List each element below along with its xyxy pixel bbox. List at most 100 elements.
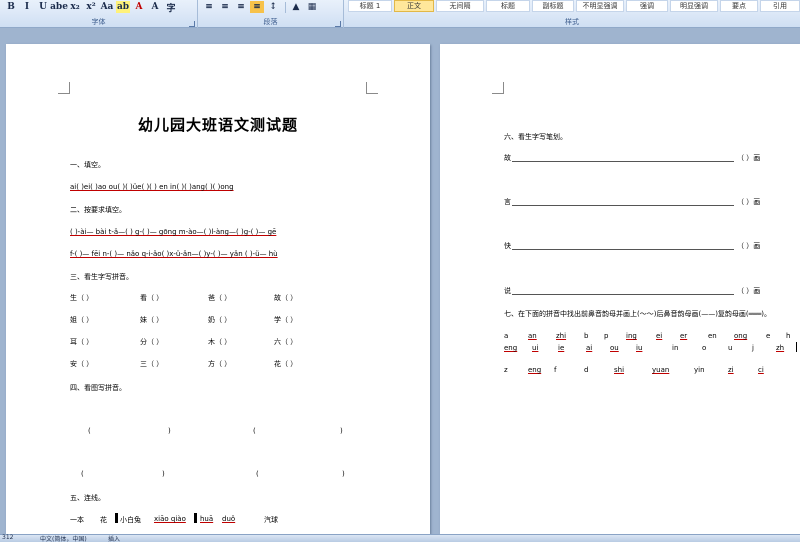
q3-cell: 妹（ ）	[140, 316, 164, 324]
status-page[interactable]: 312	[2, 534, 13, 541]
q7-pinyin: ui	[532, 344, 539, 352]
ribbon: B I Uabe x₂ x² Aa ab A A 字 字体 ≡ ≡ ≡ ≡ ↕ ▲ ▦ 段落 标题…	[0, 0, 800, 28]
style-3[interactable]: 标题	[486, 0, 530, 12]
line-spacing-icon[interactable]: ↕	[266, 1, 280, 13]
q7-pinyin: f	[554, 366, 557, 374]
q7-pinyin: shi	[614, 366, 625, 374]
document-page-2: 六、看生字写笔划。 故（ ）画言（ ）画快（ ）画说（ ）画 七、在下面的拼音中…	[440, 44, 800, 534]
border-icon[interactable]: ▦	[305, 1, 319, 13]
q6-underline	[512, 294, 734, 295]
align-left-icon[interactable]: ≡	[202, 1, 216, 13]
style-8[interactable]: 要点	[720, 0, 758, 12]
q7-pinyin: d	[584, 366, 589, 374]
document-page-1: 幼儿园大班语文测试题 一、填空。 ai( )ei( )ao ou( )( )üe…	[6, 44, 430, 534]
q3-cell: 木（ ）	[208, 338, 232, 346]
q3-cell: 耳（ ）	[70, 338, 94, 346]
enclose-char-button[interactable]: 字	[164, 1, 178, 14]
q7-pinyin: ai	[586, 344, 593, 352]
question-3: 三、看生字写拼音。	[70, 273, 133, 281]
paragraph-toolbar-row: ≡ ≡ ≡ ≡ ↕ ▲ ▦	[198, 0, 321, 14]
style-2[interactable]: 无间隔	[436, 0, 484, 12]
q3-cell: 分（ ）	[140, 338, 164, 346]
question-2-line-2: f-( )— fēi n-( )— nǎo q-i-ǎo( )x-ü-ǎn—( …	[70, 250, 278, 258]
q3-cell: 生（ ）	[70, 294, 94, 302]
bold-button[interactable]: B	[4, 1, 18, 13]
q3-cell: 三（ ）	[140, 360, 164, 368]
style-1[interactable]: 正文	[394, 0, 434, 12]
q7-pinyin: zi	[728, 366, 734, 374]
italic-button[interactable]: I	[20, 1, 34, 13]
q3-cell: 安（ ）	[70, 360, 94, 368]
font-toolbar-row: B I Uabe x₂ x² Aa ab A A 字	[0, 0, 180, 14]
q7-pinyin: eng	[528, 366, 542, 374]
q7-pinyin: eng	[504, 344, 518, 352]
divider	[285, 1, 286, 13]
style-7[interactable]: 明显强调	[670, 0, 718, 12]
q5-item: duǒ	[222, 515, 236, 523]
q5-item: xiāo qiào	[154, 515, 186, 523]
justify-icon[interactable]: ≡	[250, 1, 264, 13]
change-case-button[interactable]: Aa	[100, 1, 114, 13]
q3-cell: 看（ ）	[140, 294, 164, 302]
char-shading-button[interactable]: A	[148, 1, 162, 13]
font-color-button[interactable]: A	[132, 1, 146, 13]
q4-paren: (	[81, 470, 84, 478]
q4-paren: )	[340, 427, 343, 435]
margin-corner-top-right	[366, 82, 378, 94]
style-6[interactable]: 强调	[626, 0, 668, 12]
status-bar: 312 中文(简体，中国) 插入	[0, 534, 800, 542]
q7-pinyin: ing	[626, 332, 637, 340]
question-1-line: ai( )ei( )ao ou( )( )üe( )( ) en in( )( …	[70, 183, 234, 191]
question-4: 四、看图写拼音。	[70, 384, 126, 392]
q6-char: 故	[504, 154, 511, 162]
q7-pinyin: zhi	[556, 332, 567, 340]
q7-pinyin: er	[680, 332, 688, 340]
styles-group: 标题 1正文无间隔标题副标题不明显强调强调明显强调要点引用明显 样式	[344, 0, 800, 28]
strikethrough-button[interactable]: abe	[50, 1, 68, 13]
q7-pinyin: ci	[758, 366, 764, 374]
style-9[interactable]: 引用	[760, 0, 800, 12]
style-4[interactable]: 副标题	[532, 0, 574, 12]
q7-pinyin: z	[504, 366, 508, 374]
text-cursor	[796, 342, 797, 352]
highlight-button[interactable]: ab	[116, 1, 130, 13]
q7-pinyin: u	[728, 344, 733, 352]
underline-button[interactable]: U	[36, 1, 50, 13]
style-0[interactable]: 标题 1	[348, 0, 392, 12]
superscript-button[interactable]: x²	[84, 1, 98, 13]
q7-pinyin: ou	[610, 344, 619, 352]
status-mode[interactable]: 插入	[108, 534, 120, 542]
question-5: 五、连线。	[70, 494, 105, 502]
q3-cell: 六（ ）	[274, 338, 298, 346]
paragraph-dialog-launcher[interactable]	[335, 21, 341, 27]
q7-pinyin: o	[702, 344, 707, 352]
q7-pinyin: iu	[636, 344, 643, 352]
q6-underline	[512, 205, 734, 206]
q7-pinyin: yuan	[652, 366, 670, 374]
font-dialog-launcher[interactable]	[189, 21, 195, 27]
margin-corner-top-left	[58, 82, 70, 94]
q6-suffix: （ ）画	[737, 287, 761, 295]
font-group: B I Uabe x₂ x² Aa ab A A 字 字体	[0, 0, 198, 28]
q3-cell: 故（ ）	[274, 294, 298, 302]
q3-cell: 爸（ ）	[208, 294, 232, 302]
q7-pinyin: b	[584, 332, 589, 340]
question-1: 一、填空。	[70, 161, 105, 169]
q5-item: 小白兔	[120, 516, 141, 524]
q4-paren: (	[88, 427, 91, 435]
subscript-button[interactable]: x₂	[68, 1, 82, 13]
q4-paren: )	[342, 470, 345, 478]
shading-icon[interactable]: ▲	[289, 1, 303, 13]
align-center-icon[interactable]: ≡	[218, 1, 232, 13]
q7-pinyin: a	[504, 332, 509, 340]
question-2-line-1: ( )-ài— bài t-ǎ—( ) g-( )— gōng m-ào—( )…	[70, 228, 277, 236]
q6-suffix: （ ）画	[737, 198, 761, 206]
q7-pinyin: ong	[734, 332, 748, 340]
paragraph-group-label: 段落	[263, 18, 278, 26]
align-right-icon[interactable]: ≡	[234, 1, 248, 13]
style-5[interactable]: 不明显强调	[576, 0, 624, 12]
q7-pinyin: p	[604, 332, 609, 340]
q7-pinyin: yin	[694, 366, 705, 374]
status-language[interactable]: 中文(简体，中国)	[40, 534, 87, 542]
q6-suffix: （ ）画	[737, 242, 761, 250]
